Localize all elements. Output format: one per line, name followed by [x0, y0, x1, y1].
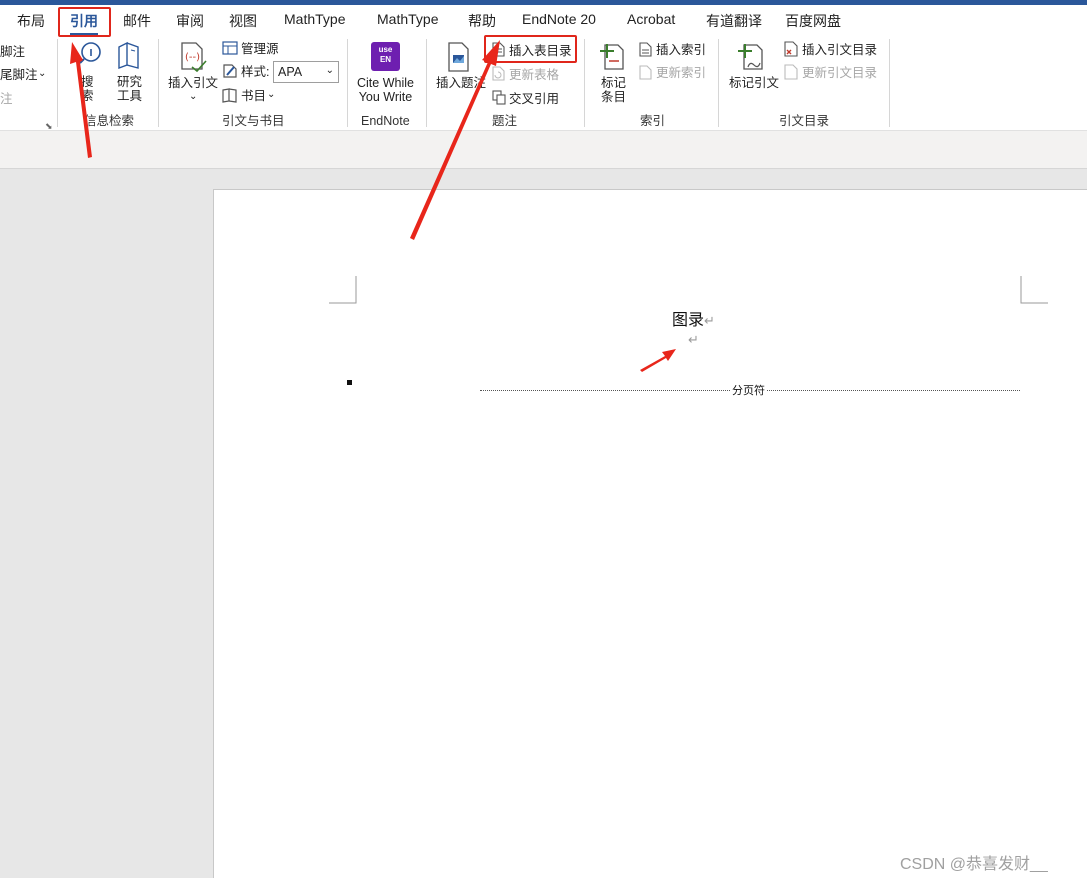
- search-icon: [79, 42, 101, 64]
- citation-style-select[interactable]: APA ⌄: [273, 61, 339, 83]
- watermark-text: CSDN @恭喜发财__: [900, 856, 1048, 873]
- svg-text:(--): (--): [185, 52, 200, 63]
- tab-mathtype-1[interactable]: MathType: [284, 11, 345, 27]
- search-button[interactable]: 搜 索: [81, 75, 94, 103]
- cite-while-you-write-button[interactable]: Cite While You Write: [357, 76, 414, 104]
- chevron-down-icon: ⌄: [325, 65, 334, 76]
- group-label-table-of-authorities: 引文目录: [779, 114, 830, 128]
- highlight-box-references-tab: [58, 7, 111, 37]
- tab-layout[interactable]: 布局: [17, 11, 45, 31]
- insert-citation-button[interactable]: 插入引文: [168, 76, 218, 90]
- mark-citation-icon: [738, 44, 763, 70]
- document-heading[interactable]: 图录↵: [672, 306, 715, 330]
- highlight-box-table-of-figures: [484, 35, 577, 63]
- update-table-of-authorities-icon: [784, 64, 798, 80]
- cross-reference-icon: [492, 90, 506, 105]
- group-label-citations: 引文与书目: [222, 114, 285, 128]
- ruler-strip: [0, 131, 1087, 169]
- empty-paragraph-mark[interactable]: ↵: [688, 332, 699, 348]
- endnote-cwyw-icon: use EN: [371, 42, 400, 71]
- group-separator: [347, 39, 348, 127]
- insert-citation-icon: (--): [181, 42, 207, 73]
- bibliography-button[interactable]: 书目: [241, 89, 266, 103]
- manage-sources-icon: [222, 41, 238, 55]
- tab-help[interactable]: 帮助: [468, 11, 496, 31]
- chevron-down-icon[interactable]: ⌄: [189, 90, 197, 104]
- group-separator: [584, 39, 585, 127]
- citation-style-value: APA: [278, 65, 303, 79]
- insert-caption-icon: [448, 42, 469, 72]
- group-label-captions: 题注: [492, 114, 518, 128]
- show-notes-button[interactable]: 注: [0, 92, 13, 106]
- group-separator: [718, 39, 719, 127]
- tab-review[interactable]: 审阅: [176, 11, 204, 31]
- style-icon: [223, 64, 237, 78]
- tab-baidu-pan[interactable]: 百度网盘: [785, 11, 841, 31]
- insert-index-button[interactable]: 插入索引: [656, 43, 706, 57]
- group-label-endnote: EndNote: [361, 114, 410, 128]
- insert-caption-button[interactable]: 插入题注: [436, 76, 486, 90]
- tab-mathtype-2[interactable]: MathType: [377, 11, 438, 27]
- page-break-label: 分页符: [730, 382, 767, 398]
- update-index-icon: [639, 65, 652, 80]
- chevron-down-icon[interactable]: ⌄: [267, 88, 275, 102]
- style-label: 样式:: [241, 65, 270, 79]
- tab-view[interactable]: 视图: [229, 11, 257, 31]
- bibliography-icon: [222, 88, 237, 103]
- margin-corner-top-left: [329, 276, 357, 304]
- margin-corner-top-right: [1020, 276, 1048, 304]
- heading-text: 图录: [672, 312, 705, 329]
- manage-sources-button[interactable]: 管理源: [241, 42, 279, 56]
- update-table-of-authorities-button[interactable]: 更新引文目录: [802, 66, 877, 80]
- group-separator: [57, 39, 58, 127]
- ribbon-tabs: 布局 引用 邮件 审阅 视图 MathType MathType 帮助 EndN…: [0, 5, 1087, 36]
- update-table-button[interactable]: 更新表格: [509, 68, 559, 82]
- mark-citation-button[interactable]: 标记引文: [729, 76, 779, 90]
- tab-mailings[interactable]: 邮件: [123, 11, 151, 31]
- insert-footnote-button[interactable]: 脚注: [0, 45, 25, 59]
- insert-index-icon: [639, 42, 652, 57]
- tab-youdao[interactable]: 有道翻译: [706, 11, 762, 31]
- research-tools-button[interactable]: 研究 工具: [117, 75, 142, 103]
- group-label-info-search: 信息检索: [84, 114, 135, 128]
- research-tools-icon: [118, 41, 139, 69]
- update-index-button[interactable]: 更新索引: [656, 66, 706, 80]
- ribbon: 脚注 尾脚注 ⌄ 注 ⬊ 搜 索 研究 工具 信息检索 (--) 插入引文 ⌄ …: [0, 35, 1087, 131]
- insert-table-of-authorities-button[interactable]: 插入引文目录: [802, 43, 877, 57]
- group-separator: [158, 39, 159, 127]
- cross-reference-button[interactable]: 交叉引用: [509, 92, 559, 106]
- update-table-icon: [492, 66, 505, 81]
- mark-entry-icon: [600, 44, 624, 70]
- paragraph-mark: ↵: [704, 313, 715, 328]
- insert-table-of-authorities-icon: [784, 41, 798, 57]
- paragraph-bullet-marker: [347, 380, 352, 385]
- group-separator: [889, 39, 890, 127]
- group-separator: [426, 39, 427, 127]
- tab-endnote[interactable]: EndNote 20: [522, 11, 596, 27]
- next-footnote-button[interactable]: 尾脚注: [0, 68, 38, 82]
- chevron-down-icon[interactable]: ⌄: [38, 67, 46, 81]
- tab-acrobat[interactable]: Acrobat: [627, 11, 675, 27]
- group-label-index: 索引: [640, 114, 666, 128]
- mark-entry-button[interactable]: 标记 条目: [601, 76, 626, 104]
